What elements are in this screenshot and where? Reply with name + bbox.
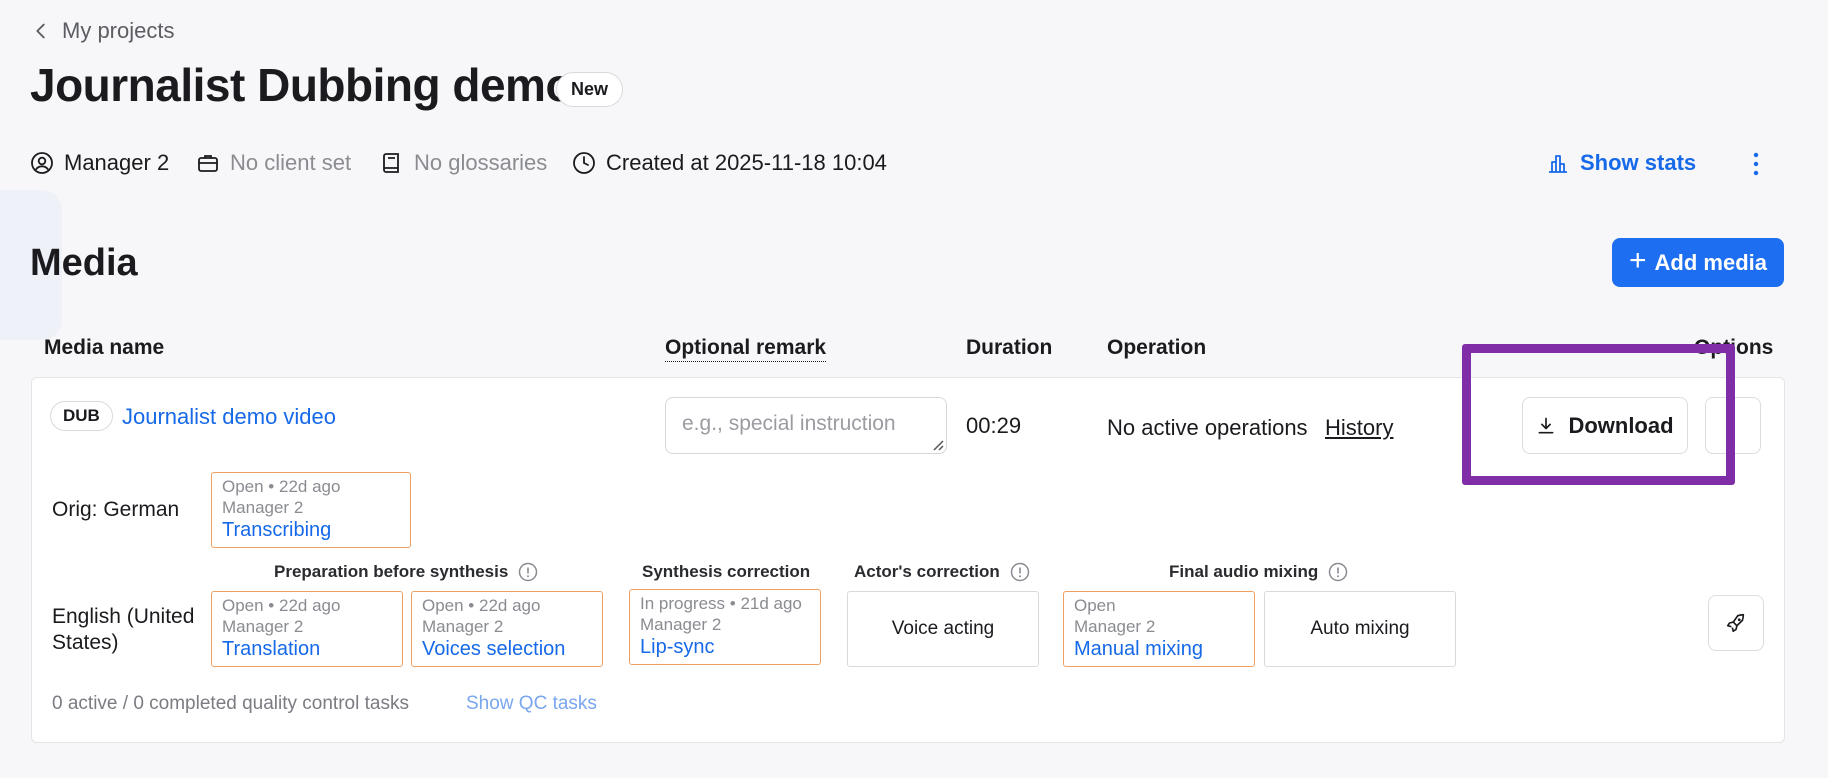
qc-summary: 0 active / 0 completed quality control t… (52, 693, 409, 714)
show-stats-label: Show stats (1580, 150, 1697, 175)
task-assignee: Manager 2 (640, 615, 722, 634)
created-value: Created at 2025-11-18 10:04 (606, 150, 887, 175)
glossaries-value: No glossaries (414, 150, 548, 175)
task-label: Voice acting (891, 618, 995, 639)
task-link[interactable]: Manual mixing (1074, 637, 1244, 661)
task-status: Open (1074, 596, 1116, 615)
original-language-label: Orig: German (52, 498, 180, 521)
media-section-title: Media (30, 242, 138, 284)
task-link[interactable]: Transcribing (222, 518, 400, 542)
group-label: Synthesis correction (642, 562, 811, 581)
show-stats-button[interactable]: Show stats (1546, 150, 1696, 176)
project-glossaries: No glossaries (380, 150, 547, 176)
project-client: No client set (196, 150, 351, 176)
back-label: My projects (62, 18, 175, 43)
task-assignee: Manager 2 (222, 617, 304, 636)
media-duration: 00:29 (966, 413, 1022, 438)
group-header-actor: Actor's correction (854, 562, 1030, 582)
task-link[interactable]: Voices selection (422, 637, 592, 661)
info-icon[interactable] (518, 562, 538, 582)
group-label: Actor's correction (854, 562, 1000, 581)
task-card-voices-selection[interactable]: Open • 22d ago Manager 2 Voices selectio… (411, 591, 603, 667)
task-assignee: Manager 2 (1074, 617, 1156, 636)
group-label: Final audio mixing (1169, 562, 1319, 581)
task-status: Open • 22d ago (422, 596, 541, 615)
task-status: Open • 22d ago (222, 596, 341, 615)
task-box-auto-mixing[interactable]: Auto mixing (1264, 591, 1456, 667)
plus-icon: + (1629, 244, 1647, 277)
task-assignee: Manager 2 (222, 498, 304, 517)
highlight-box (1462, 344, 1735, 485)
task-assignee: Manager 2 (422, 617, 504, 636)
group-header-final-mixing: Final audio mixing (1169, 562, 1348, 582)
group-header-synthesis: Synthesis correction (642, 562, 810, 582)
add-media-button[interactable]: + Add media (1612, 238, 1784, 287)
status-badge: New (556, 72, 624, 107)
group-label: Preparation before synthesis (274, 562, 509, 581)
task-box-voice-acting[interactable]: Voice acting (847, 591, 1039, 667)
manager-name: Manager 2 (64, 150, 170, 175)
project-manager: Manager 2 (30, 150, 169, 176)
media-type-badge: DUB (50, 401, 113, 431)
task-status: Open • 22d ago (222, 477, 341, 496)
info-icon[interactable] (1328, 562, 1348, 582)
project-created: Created at 2025-11-18 10:04 (572, 150, 887, 176)
bar-chart-icon (1549, 155, 1567, 173)
history-link[interactable]: History (1325, 415, 1393, 441)
column-header-operation: Operation (1107, 336, 1207, 359)
book-icon (383, 153, 399, 173)
add-media-label: Add media (1654, 249, 1767, 275)
user-circle-icon (31, 152, 53, 174)
target-language-label: English (United States) (52, 605, 195, 654)
task-card-manual-mixing[interactable]: Open Manager 2 Manual mixing (1063, 591, 1255, 667)
operation-status: No active operations (1107, 415, 1308, 440)
column-header-optional-remark: Optional remark (665, 336, 827, 362)
task-card-translation[interactable]: Open • 22d ago Manager 2 Translation (211, 591, 403, 667)
show-qc-tasks-link[interactable]: Show QC tasks (466, 693, 597, 715)
task-link[interactable]: Lip-sync (640, 635, 810, 659)
info-icon[interactable] (1010, 562, 1030, 582)
task-card-transcribing[interactable]: Open • 22d ago Manager 2 Transcribing (211, 472, 411, 548)
chevron-left-icon (36, 23, 45, 39)
client-value: No client set (230, 150, 352, 175)
page-title: Journalist Dubbing demo (30, 59, 574, 111)
briefcase-icon (198, 155, 218, 172)
clock-icon (573, 152, 595, 174)
column-header-duration: Duration (966, 336, 1053, 359)
task-link[interactable]: Translation (222, 637, 392, 661)
task-card-lip-sync[interactable]: In progress • 21d ago Manager 2 Lip-sync (629, 589, 821, 665)
resize-grip-icon[interactable] (930, 437, 944, 451)
back-to-projects-link[interactable]: My projects (30, 18, 174, 44)
task-status: In progress • 21d ago (640, 594, 802, 613)
column-header-media-name: Media name (44, 336, 165, 359)
media-name-link[interactable]: Journalist demo video (122, 404, 336, 430)
rocket-icon (1726, 613, 1745, 633)
group-header-preparation: Preparation before synthesis (274, 562, 538, 582)
launch-button[interactable] (1708, 595, 1764, 651)
task-label: Auto mixing (1310, 618, 1410, 639)
remark-input[interactable] (665, 397, 947, 454)
kebab-menu-icon[interactable] (1744, 150, 1768, 178)
